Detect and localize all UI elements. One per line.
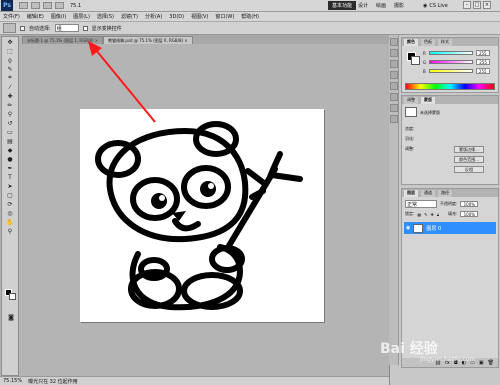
fill-input[interactable]: 100%: [460, 211, 479, 217]
color-panel: 颜色 色板 样式 R 255 G 255 B 255: [401, 37, 499, 93]
color-g-label: G: [423, 59, 427, 65]
character-panel-icon[interactable]: [390, 93, 398, 101]
history-panel-icon[interactable]: [390, 38, 398, 46]
clone-source-icon[interactable]: [390, 71, 398, 79]
status-bar: 75.15% 曝光只在 32 位起作用: [0, 376, 389, 385]
color-b-slider[interactable]: [428, 69, 473, 73]
color-r-label: R: [423, 50, 426, 56]
masks-panel: 调整 蒙版 未选择蒙版 浓度: 羽化: 调整: 蒙版边缘... 颜色范围... …: [401, 95, 499, 185]
tab-adjustments[interactable]: 调整: [404, 96, 418, 104]
tab-paths[interactable]: 路径: [438, 189, 452, 197]
collapsed-panel-strip: [389, 35, 399, 365]
color-r-input[interactable]: 255: [475, 50, 490, 56]
red-arrow-line: [95, 49, 156, 123]
layers-panel-tabs: 图层 通道 路径: [402, 189, 498, 197]
mask-edge-button[interactable]: 蒙版边缘...: [454, 146, 484, 153]
lock-row: 锁定: ▦ ✎ ✥ 🔒︎ 填充: 100%: [402, 211, 479, 217]
tab-layers[interactable]: 图层: [404, 189, 418, 197]
status-zoom[interactable]: 75.15%: [3, 378, 22, 384]
lock-all-icon[interactable]: 🔒︎: [437, 212, 439, 217]
actions-panel-icon[interactable]: [390, 49, 398, 57]
lock-position-icon[interactable]: ✥: [431, 212, 434, 217]
layer-name[interactable]: 图层 0: [426, 225, 441, 232]
tab-channels[interactable]: 通道: [421, 189, 435, 197]
masks-panel-tabs: 调整 蒙版: [402, 96, 498, 104]
color-spectrum-bar[interactable]: [405, 83, 495, 90]
color-r-slider[interactable]: [428, 51, 473, 55]
new-layer-icon[interactable]: ▣: [479, 360, 484, 366]
lock-pixels-icon[interactable]: ✎: [424, 212, 427, 217]
color-b-input[interactable]: 255: [475, 68, 490, 74]
invert-button[interactable]: 反相: [454, 166, 484, 173]
color-panel-tabs: 颜色 色板 样式: [402, 38, 498, 46]
color-range-button[interactable]: 颜色范围...: [454, 156, 484, 163]
tab-masks[interactable]: 蒙版: [421, 96, 435, 104]
color-g-row: G 255: [420, 59, 491, 65]
layer-thumbnail: [413, 223, 424, 233]
tab-color[interactable]: 颜色: [404, 38, 418, 46]
brush-panel-icon[interactable]: [390, 60, 398, 68]
blend-mode-dropdown[interactable]: 正常: [405, 200, 437, 208]
lock-transparent-icon[interactable]: ▦: [417, 212, 421, 217]
refine-label: 调整:: [405, 146, 415, 151]
status-doc-info[interactable]: 曝光只在 32 位起作用: [28, 378, 78, 385]
feather-label: 羽化:: [405, 136, 415, 141]
color-b-row: B 255: [420, 68, 490, 74]
color-g-slider[interactable]: [429, 60, 474, 64]
color-r-row: R 255: [420, 50, 490, 56]
tab-styles[interactable]: 样式: [438, 38, 452, 46]
mask-thumbnail: [405, 107, 417, 117]
layer-row-selected[interactable]: ◉ 图层 0: [404, 222, 496, 234]
fill-label: 填充:: [448, 211, 458, 216]
color-background-swatch[interactable]: [411, 56, 420, 65]
blend-row: 正常 不透明度: 100%: [402, 200, 479, 208]
mask-status-title: 未选择蒙版: [420, 110, 440, 115]
notes-panel-icon[interactable]: [390, 115, 398, 123]
opacity-input[interactable]: 100%: [460, 201, 479, 207]
opacity-label: 不透明度:: [440, 201, 458, 206]
paragraph-panel-icon[interactable]: [390, 104, 398, 112]
density-label: 浓度:: [405, 126, 415, 131]
delete-layer-icon[interactable]: 🗑︎: [488, 360, 494, 366]
lock-label: 锁定:: [405, 211, 415, 216]
baidu-watermark: Bai 经验: [380, 341, 438, 357]
layer-visibility-eye-icon[interactable]: ◉: [406, 225, 410, 231]
color-b-label: B: [423, 68, 426, 74]
info-panel-icon[interactable]: [390, 82, 398, 90]
baidu-watermark-url: jingyan.baidu.com: [420, 356, 476, 363]
color-g-input[interactable]: 255: [476, 59, 491, 65]
tab-swatches[interactable]: 色板: [421, 38, 435, 46]
